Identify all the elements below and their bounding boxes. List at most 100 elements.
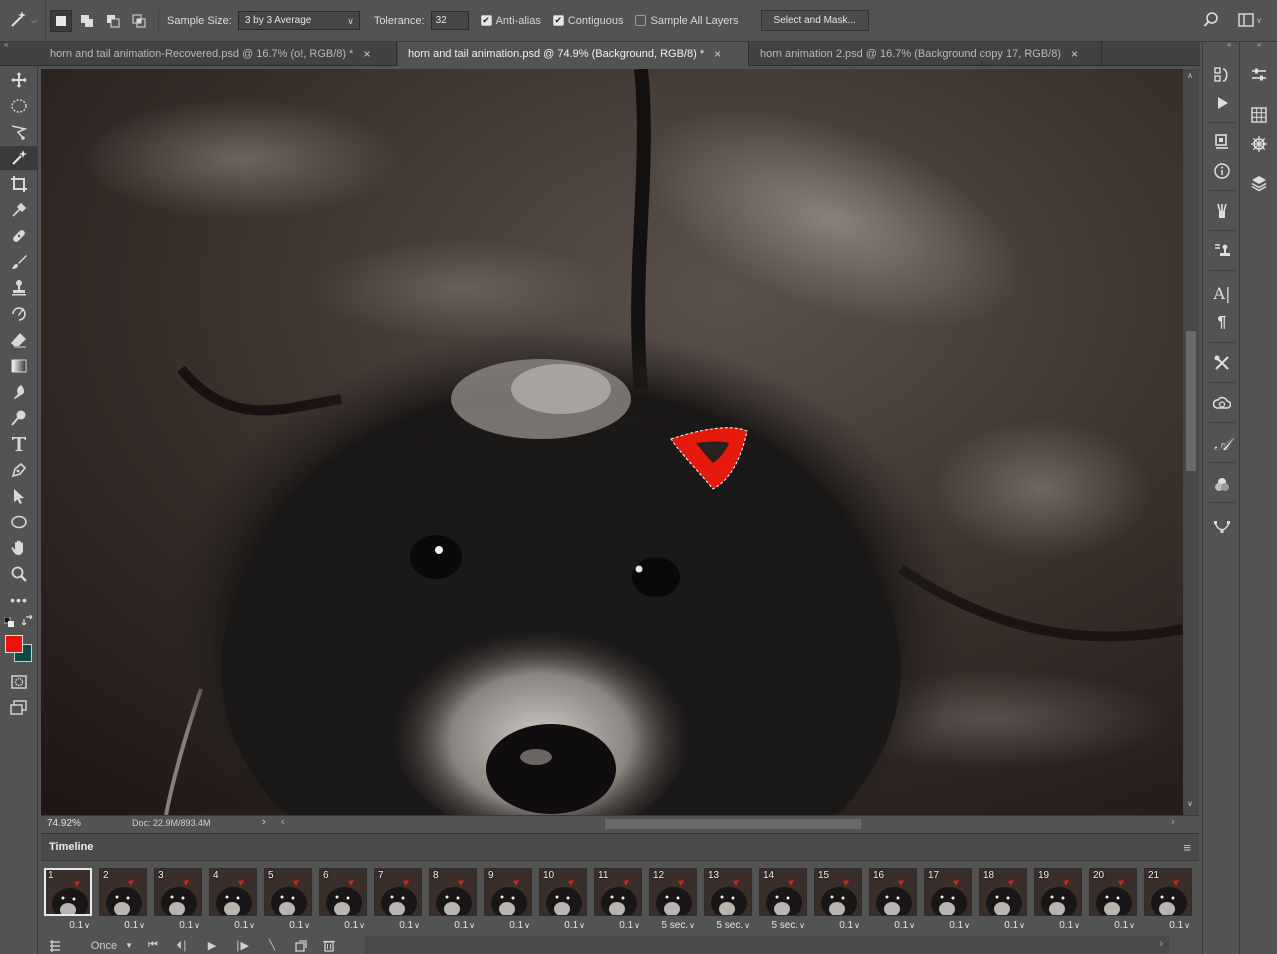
actions-panel-button[interactable]: [1203, 90, 1241, 116]
swatches-panel-button[interactable]: [1241, 102, 1277, 128]
blur-tool[interactable]: [0, 380, 38, 404]
frame-delay-select[interactable]: 0.1∨: [317, 920, 369, 931]
channels-panel-button[interactable]: [1203, 472, 1241, 498]
frame-delay-select[interactable]: 0.1∨: [1142, 920, 1194, 931]
navigator-panel-button[interactable]: [1241, 131, 1277, 157]
clone-source-button[interactable]: [1203, 238, 1241, 264]
timeline-frame[interactable]: 8 0.1∨: [427, 866, 479, 932]
tab-horn-and-tail-recovered[interactable]: horn and tail animation-Recovered.psd @ …: [40, 42, 397, 66]
workspace-switcher[interactable]: ∨: [1238, 13, 1262, 27]
clone-stamp-tool[interactable]: [0, 276, 38, 300]
gradient-tool[interactable]: [0, 354, 38, 378]
frame-delay-select[interactable]: 0.1∨: [922, 920, 974, 931]
anti-alias-checkbox[interactable]: ✔ Anti-alias: [480, 15, 541, 27]
timeline-frame[interactable]: 19 0.1∨: [1032, 866, 1084, 932]
healing-brush-tool[interactable]: [0, 224, 38, 248]
info-panel-button[interactable]: [1203, 158, 1241, 184]
lasso-tool[interactable]: [0, 120, 38, 144]
frame-delay-select[interactable]: 0.1∨: [42, 920, 94, 931]
add-to-selection-button[interactable]: [76, 10, 98, 32]
frame-delay-select[interactable]: 0.1∨: [482, 920, 534, 931]
swap-colors-button[interactable]: [21, 614, 34, 630]
frame-delay-select[interactable]: 0.1∨: [867, 920, 919, 931]
timeline-frame[interactable]: 3 0.1∨: [152, 866, 204, 932]
zoom-tool[interactable]: [0, 562, 38, 586]
close-icon[interactable]: ×: [1071, 47, 1078, 61]
hand-tool[interactable]: [0, 536, 38, 560]
timeline-frame[interactable]: 7 0.1∨: [372, 866, 424, 932]
frame-delay-select[interactable]: 5 sec.∨: [757, 920, 809, 931]
zoom-level[interactable]: 74.92%: [47, 818, 81, 829]
vertical-scroll-thumb[interactable]: [1186, 331, 1196, 471]
timeline-frame[interactable]: 11 0.1∨: [592, 866, 644, 932]
timeline-frame[interactable]: 20 0.1∨: [1087, 866, 1139, 932]
pen-tool[interactable]: [0, 458, 38, 482]
search-button[interactable]: [1203, 12, 1219, 31]
tolerance-input[interactable]: 32: [430, 11, 469, 30]
timeline-frame[interactable]: 12 5 sec.∨: [647, 866, 699, 932]
tween-button[interactable]: ╲: [257, 936, 287, 954]
previous-frame-button[interactable]: ⏴∣: [167, 936, 197, 954]
scroll-left-icon[interactable]: ‹: [281, 816, 285, 828]
tab-horn-animation-2[interactable]: horn animation 2.psd @ 16.7% (Background…: [750, 42, 1102, 66]
sample-size-select[interactable]: 3 by 3 Average ∨: [237, 11, 360, 30]
magic-wand-tool[interactable]: [0, 146, 38, 170]
collapse-arrows-icon[interactable]: «: [1257, 40, 1262, 49]
path-selection-tool[interactable]: [0, 484, 38, 508]
more-tools[interactable]: •••: [0, 588, 38, 612]
timeline-frame[interactable]: 16 0.1∨: [867, 866, 919, 932]
frame-delay-select[interactable]: 0.1∨: [427, 920, 479, 931]
eraser-tool[interactable]: [0, 328, 38, 352]
convert-to-video-timeline-button[interactable]: [41, 936, 69, 954]
close-icon[interactable]: ×: [714, 47, 721, 61]
scroll-down-icon[interactable]: ∨: [1187, 799, 1193, 808]
adjustments-panel-button[interactable]: [1241, 62, 1277, 88]
timeline-frame[interactable]: 6 0.1∨: [317, 866, 369, 932]
collapse-arrows-icon[interactable]: «: [1227, 40, 1232, 49]
frame-delay-select[interactable]: 0.1∨: [152, 920, 204, 931]
ellipse-tool[interactable]: [0, 510, 38, 534]
timeline-frame[interactable]: 5 0.1∨: [262, 866, 314, 932]
timeline-frame[interactable]: 9 0.1∨: [482, 866, 534, 932]
new-selection-button[interactable]: [50, 9, 72, 32]
frame-delay-select[interactable]: 0.1∨: [207, 920, 259, 931]
frame-delay-select[interactable]: 0.1∨: [1087, 920, 1139, 931]
history-panel-button[interactable]: [1203, 62, 1241, 88]
quick-mask-button[interactable]: [0, 670, 38, 694]
tool-preset-picker[interactable]: ⌵: [0, 0, 46, 42]
frame-delay-select[interactable]: 5 sec.∨: [647, 920, 699, 931]
timeline-frame[interactable]: 4 0.1∨: [207, 866, 259, 932]
horizontal-scroll-thumb[interactable]: [605, 819, 861, 829]
move-tool[interactable]: [0, 68, 38, 92]
duplicate-frame-button[interactable]: [287, 936, 315, 954]
timeline-frame[interactable]: 21 0.1∨: [1142, 866, 1194, 932]
timeline-horizontal-scroll[interactable]: ›: [365, 936, 1169, 954]
tab-horn-and-tail-animation[interactable]: horn and tail animation.psd @ 74.9% (Bac…: [398, 42, 749, 66]
timeline-frame[interactable]: 13 5 sec.∨: [702, 866, 754, 932]
timeline-frame[interactable]: 14 5 sec.∨: [757, 866, 809, 932]
loop-options-select[interactable]: Once ▼: [69, 936, 139, 954]
frame-delay-select[interactable]: 0.1∨: [537, 920, 589, 931]
frame-delay-select[interactable]: 0.1∨: [977, 920, 1029, 931]
dodge-tool[interactable]: [0, 406, 38, 430]
timeline-frame[interactable]: 18 0.1∨: [977, 866, 1029, 932]
collapse-arrows-icon[interactable]: «: [4, 40, 9, 49]
crop-tool[interactable]: [0, 172, 38, 196]
intersect-selection-button[interactable]: [128, 10, 150, 32]
timeline-frame[interactable]: 17 0.1∨: [922, 866, 974, 932]
brush-settings-button[interactable]: [1203, 198, 1241, 224]
default-colors-button[interactable]: [3, 616, 14, 630]
layers-panel-button[interactable]: [1241, 170, 1277, 196]
paths-panel-button[interactable]: [1203, 514, 1241, 540]
delete-frame-button[interactable]: [315, 936, 343, 954]
tool-presets-button[interactable]: [1203, 350, 1241, 376]
timeline-frame[interactable]: 15 0.1∨: [812, 866, 864, 932]
sample-all-layers-checkbox[interactable]: Sample All Layers: [635, 15, 739, 27]
vertical-scrollbar[interactable]: ∧ ∨: [1183, 69, 1199, 815]
frame-delay-select[interactable]: 0.1∨: [1032, 920, 1084, 931]
frame-delay-select[interactable]: 0.1∨: [262, 920, 314, 931]
history-brush-tool[interactable]: [0, 302, 38, 326]
select-and-mask-button[interactable]: Select and Mask...: [760, 10, 869, 31]
screen-mode-button[interactable]: [0, 696, 38, 720]
panel-menu-icon[interactable]: ≡: [1183, 840, 1191, 855]
